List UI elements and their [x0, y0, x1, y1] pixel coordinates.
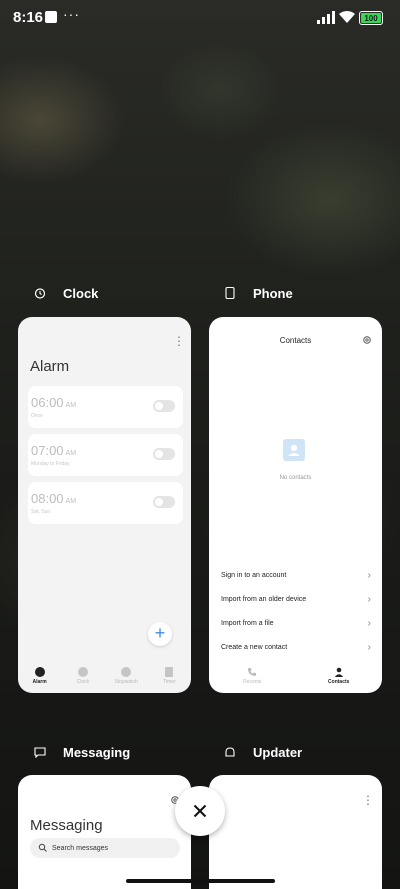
empty-contact-avatar-icon [283, 439, 305, 461]
nav-alarm: Alarm [20, 663, 60, 693]
alarm-toggle [153, 496, 175, 508]
nav-contacts: Contacts [309, 663, 369, 693]
home-indicator[interactable] [126, 879, 275, 883]
search-messages-field: Search messages [30, 838, 180, 858]
stopwatch-icon [121, 667, 132, 677]
app-name-updater: Updater [253, 744, 303, 760]
alarm-icon [34, 667, 45, 677]
clock-bottom-nav: Alarm Clock Stopwatch Timer [18, 663, 191, 693]
app-header-updater[interactable]: Updater [222, 744, 302, 760]
app-name-messaging: Messaging [63, 744, 131, 760]
alarm-item: 07:00 AM Monday to Friday [28, 434, 183, 476]
clock-app-card[interactable]: ⋮ Alarm 06:00 AM Once 07:00 AM Monday to F… [18, 317, 191, 693]
messaging-app-card[interactable]: Messaging Search messages [18, 775, 191, 889]
nav-timer: Timer [149, 663, 189, 693]
messaging-screen-title: Messaging [30, 817, 103, 834]
chevron-right-icon: › [367, 570, 371, 581]
alarm-repeat: Once [31, 413, 43, 419]
nav-stopwatch: Stopwatch [106, 663, 146, 693]
notification-icon [45, 11, 57, 23]
updater-app-card[interactable]: ⋮ [209, 775, 382, 889]
option-import-file: Import from a file › [221, 618, 371, 629]
chevron-right-icon: › [367, 642, 371, 653]
status-bar: 8:16 ··· 100 [0, 0, 400, 36]
contacts-screen-title: Contacts [279, 336, 312, 345]
settings-gear-icon [363, 336, 371, 344]
more-notifications-icon: ··· [63, 6, 80, 22]
wifi-icon [339, 10, 355, 23]
add-alarm-button: + [148, 622, 172, 646]
app-name-clock: Clock [63, 285, 99, 301]
more-options-icon: ⋮ [173, 334, 185, 348]
app-header-phone[interactable]: Phone [222, 285, 293, 301]
alarm-time: 08:00 AM [31, 491, 77, 506]
app-name-phone: Phone [253, 285, 293, 301]
nav-clock: Clock [63, 663, 103, 693]
battery-icon: 100 [359, 11, 383, 25]
option-sign-in: Sign in to an account › [221, 570, 371, 581]
search-placeholder: Search messages [52, 844, 109, 852]
alarm-screen-title: Alarm [30, 358, 70, 375]
alarm-item: 08:00 AM Sat, Sun [28, 482, 183, 524]
app-header-clock[interactable]: Clock [32, 285, 98, 301]
alarm-toggle [153, 400, 175, 412]
close-icon [193, 804, 207, 818]
alarm-time: 06:00 AM [31, 395, 77, 410]
status-time: 8:16 [13, 9, 44, 26]
messaging-app-icon [32, 744, 48, 760]
phone-app-card[interactable]: Contacts No contacts Sign in to an accou… [209, 317, 382, 693]
phone-app-icon [222, 285, 238, 301]
more-options-icon: ⋮ [362, 793, 374, 807]
signal-icon [317, 11, 335, 24]
alarm-repeat: Monday to Friday [31, 461, 70, 467]
alarm-repeat: Sat, Sun [31, 509, 51, 515]
search-icon [38, 843, 47, 852]
clock-icon [77, 667, 88, 677]
alarm-time: 07:00 AM [31, 443, 77, 458]
clear-all-button[interactable] [175, 786, 225, 836]
updater-app-icon [222, 744, 238, 760]
option-import-older-device: Import from an older device › [221, 594, 371, 605]
clock-app-icon [32, 285, 48, 301]
phone-bottom-nav: Recents Contacts [209, 663, 382, 693]
person-icon [334, 667, 343, 677]
timer-icon [165, 667, 174, 677]
nav-recents: Recents [222, 663, 282, 693]
app-header-messaging[interactable]: Messaging [32, 744, 130, 760]
option-create-contact: Create a new contact › [221, 642, 371, 653]
battery-level: 100 [361, 13, 381, 23]
chevron-right-icon: › [367, 618, 371, 629]
chevron-right-icon: › [367, 594, 371, 605]
phone-handset-icon [248, 668, 257, 676]
alarm-toggle [153, 448, 175, 460]
alarm-item: 06:00 AM Once [28, 386, 183, 428]
no-contacts-text: No contacts [279, 475, 312, 481]
